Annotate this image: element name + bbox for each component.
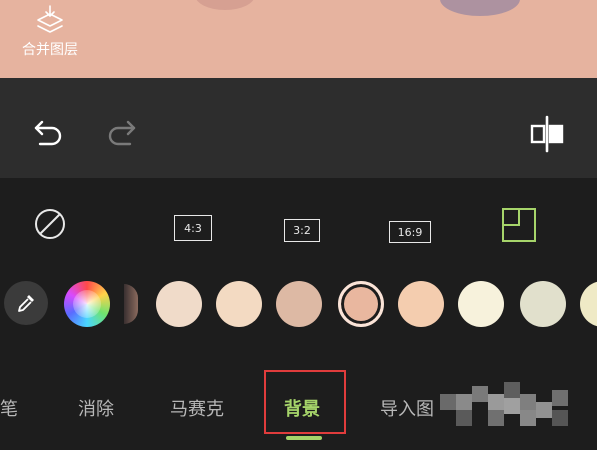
- ratio-3-2-label: 3:2: [284, 218, 320, 242]
- ratio-option-none[interactable]: [32, 206, 68, 242]
- canvas-artwork: [195, 0, 255, 10]
- undo-icon[interactable]: [32, 116, 66, 150]
- eyedropper-icon: [18, 295, 34, 312]
- ratio-option-3-2[interactable]: 3:2: [282, 218, 322, 242]
- color-wheel-icon[interactable]: [64, 281, 110, 327]
- merge-layers-icon: [37, 5, 63, 33]
- active-tab-indicator: [286, 436, 322, 440]
- color-swatch[interactable]: [398, 281, 444, 327]
- ratio-16-9-label: 16:9: [389, 221, 431, 243]
- color-swatch[interactable]: [520, 281, 566, 327]
- merge-layers-button[interactable]: 合并图层: [14, 4, 86, 59]
- canvas-artwork: [440, 0, 520, 16]
- ratio-option-16-9[interactable]: 16:9: [388, 220, 432, 244]
- color-swatch[interactable]: [338, 281, 384, 327]
- eyedropper-button[interactable]: [4, 281, 48, 325]
- canvas-preview: 合并图层: [0, 0, 597, 78]
- pixelated-region: [440, 382, 580, 434]
- crop-custom-icon: [502, 208, 536, 242]
- color-swatch[interactable]: [276, 281, 322, 327]
- edit-toolbar: [0, 78, 597, 178]
- ratio-option-custom[interactable]: [500, 206, 538, 244]
- color-swatch[interactable]: [458, 281, 504, 327]
- highlight-annotation: [264, 370, 346, 434]
- flip-mirror-icon[interactable]: [528, 114, 568, 154]
- no-ratio-icon: [35, 209, 65, 239]
- color-swatch[interactable]: [156, 281, 202, 327]
- merge-layers-label: 合并图层: [22, 42, 78, 58]
- ratio-4-3-label: 4:3: [174, 215, 212, 241]
- tab-mosaic[interactable]: 马赛克: [170, 395, 224, 421]
- tab-import-image[interactable]: 导入图: [380, 395, 434, 421]
- tab-brush[interactable]: 笔: [0, 395, 18, 421]
- ratio-option-4-3[interactable]: 4:3: [172, 214, 214, 242]
- redo-icon[interactable]: [104, 116, 138, 150]
- tab-erase[interactable]: 消除: [78, 395, 114, 421]
- color-swatch[interactable]: [216, 281, 262, 327]
